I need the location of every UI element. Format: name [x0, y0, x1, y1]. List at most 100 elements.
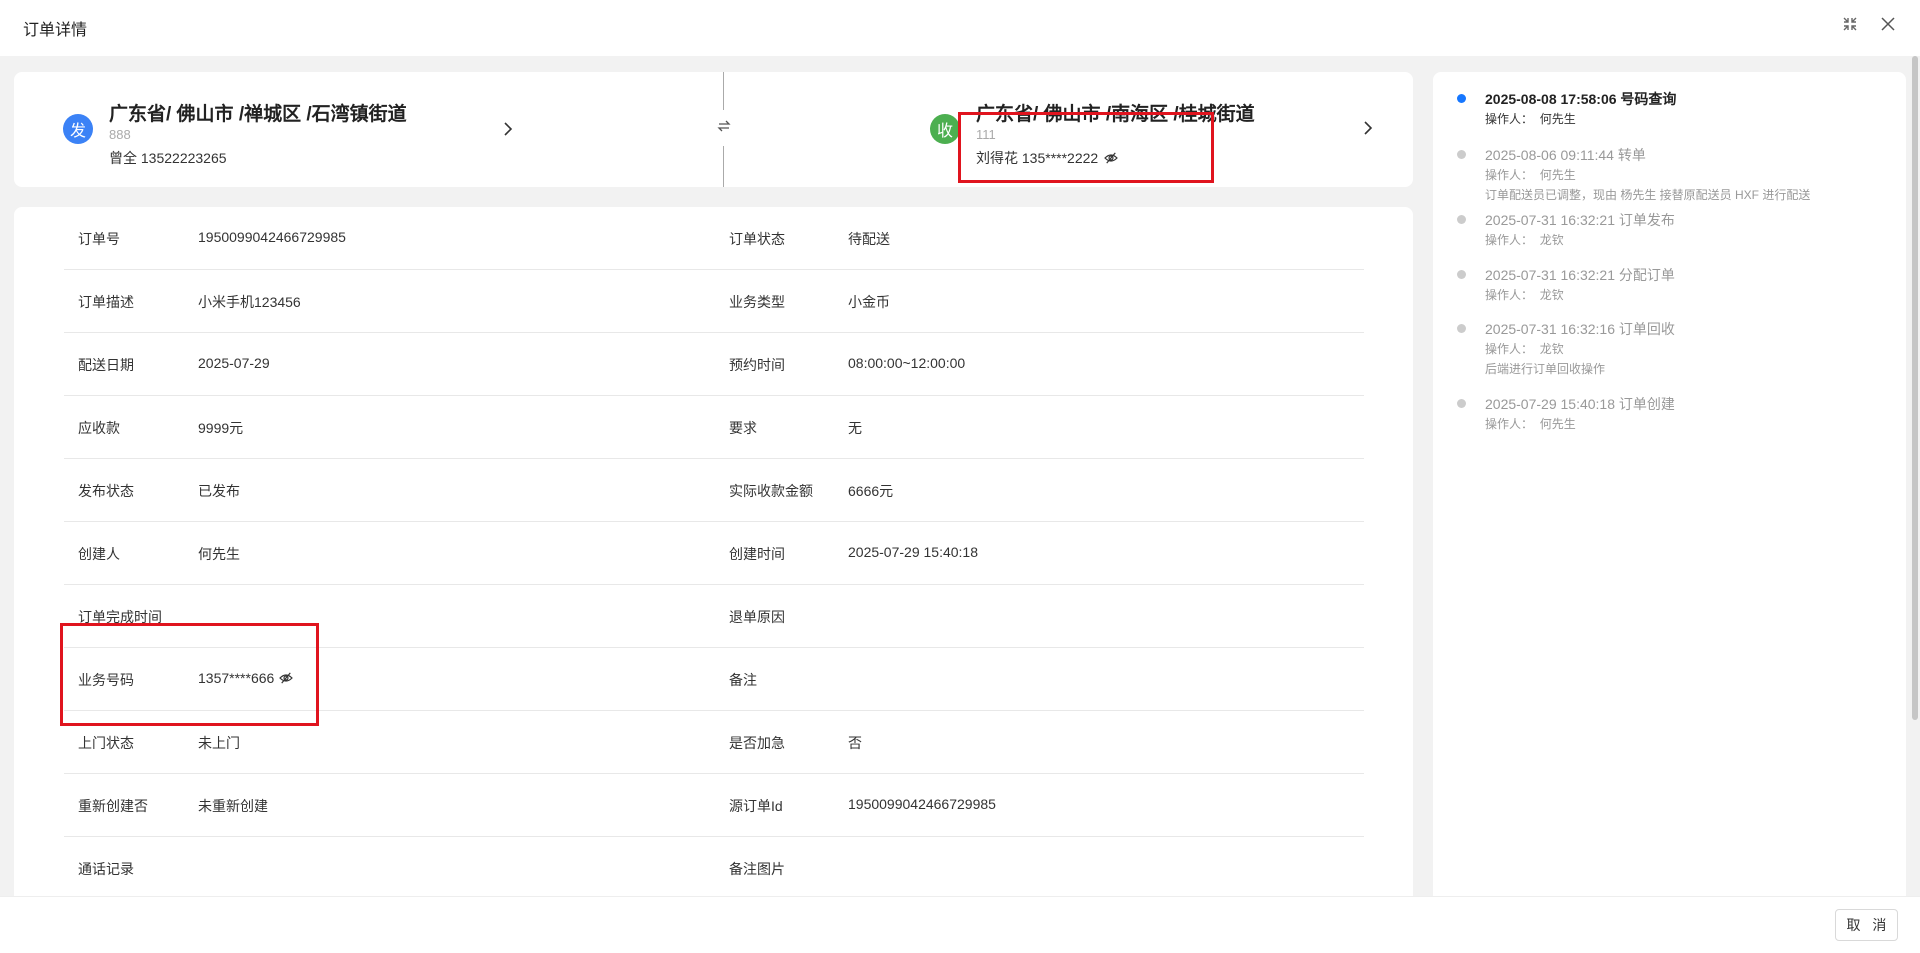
- detail-value: 9999元: [198, 418, 243, 438]
- receiver-badge: 收: [930, 114, 960, 144]
- detail-value-text: 08:00:00~12:00:00: [848, 355, 966, 371]
- modal-header: 订单详情: [0, 0, 1920, 56]
- detail-label: 订单状态: [729, 231, 785, 247]
- sender-badge: 发: [63, 114, 93, 144]
- detail-value-text: 2025-07-29 15:40:18: [848, 544, 978, 560]
- timeline-dot-icon: [1457, 215, 1466, 224]
- detail-value-text: 未上门: [198, 735, 240, 751]
- detail-value-text: 已发布: [198, 483, 240, 499]
- timeline-title: 2025-08-06 09:11:44 转单: [1485, 147, 1646, 163]
- timeline-operator-name: 龙钦: [1539, 288, 1564, 302]
- detail-label: 是否加急: [729, 735, 785, 751]
- receiver-detail: 111: [976, 127, 996, 142]
- address-card: 发 广东省/ 佛山市 /禅城区 /石湾镇街道 888 曾全 1352222326…: [14, 72, 1413, 187]
- timeline-title: 2025-07-31 16:32:16 订单回收: [1485, 321, 1675, 337]
- receiver-contact-text: 刘得花 135****2222: [976, 150, 1099, 166]
- eye-hidden-icon[interactable]: [279, 672, 294, 684]
- timeline-operator-name: 何先生: [1539, 168, 1576, 182]
- detail-label: 订单号: [78, 231, 120, 247]
- detail-value: 08:00:00~12:00:00: [848, 355, 965, 371]
- detail-row: 订单描述 小米手机123456 业务类型 小金币: [64, 270, 1364, 333]
- detail-row: 发布状态 已发布 实际收款金额 6666元: [64, 459, 1364, 522]
- collapse-icon[interactable]: [1840, 14, 1860, 34]
- detail-value: 2025-07-29: [198, 355, 270, 371]
- timeline-operator-label: 操作人：: [1485, 288, 1534, 302]
- detail-value-text: 1950099042466729985: [198, 229, 346, 245]
- detail-label: 通话记录: [78, 861, 134, 877]
- detail-label: 重新创建否: [78, 798, 148, 814]
- detail-label: 订单描述: [78, 294, 134, 310]
- detail-value: 小米手机123456: [198, 292, 301, 312]
- receiver-chevron-right-icon[interactable]: [1360, 120, 1376, 136]
- detail-label: 备注: [729, 672, 757, 688]
- scrollbar-thumb[interactable]: [1912, 56, 1918, 720]
- timeline-title: 2025-07-29 15:40:18 订单创建: [1485, 396, 1675, 412]
- detail-row: 应收款 9999元 要求 无: [64, 396, 1364, 459]
- receiver-section[interactable]: 收 广东省/ 佛山市 /南海区 /桂城街道 111 刘得花 135****222…: [734, 72, 1413, 187]
- detail-label: 实际收款金额: [729, 483, 813, 499]
- detail-value: 何先生: [198, 544, 240, 564]
- timeline-operator: 操作人： 龙钦: [1485, 286, 1564, 303]
- detail-value-text: 小米手机123456: [198, 294, 301, 310]
- detail-value-text: 小金币: [848, 294, 890, 310]
- detail-label: 创建人: [78, 546, 120, 562]
- detail-row: 订单完成时间 退单原因: [64, 585, 1364, 648]
- detail-row: 业务号码 1357****666 备注: [64, 648, 1364, 711]
- timeline-note: 订单配送员已调整，现由 杨先生 接替原配送员 HXF 进行配送: [1485, 188, 1811, 202]
- sender-contact-text: 曾全 13522223265: [109, 150, 227, 166]
- detail-value-text: 否: [848, 735, 862, 751]
- swap-icon[interactable]: [716, 116, 732, 136]
- detail-label: 创建时间: [729, 546, 785, 562]
- detail-row: 订单号 1950099042466729985 订单状态 待配送: [64, 207, 1364, 270]
- close-icon[interactable]: [1878, 14, 1898, 34]
- sender-chevron-right-icon[interactable]: [500, 121, 516, 137]
- detail-value: 2025-07-29 15:40:18: [848, 544, 978, 560]
- detail-label: 要求: [729, 420, 757, 436]
- detail-value-text: 2025-07-29: [198, 355, 270, 371]
- timeline-dot-icon: [1457, 324, 1466, 333]
- detail-value-text: 1950099042466729985: [848, 796, 996, 812]
- detail-row: 通话记录 备注图片: [64, 837, 1364, 896]
- timeline-note: 后端进行订单回收操作: [1485, 362, 1606, 376]
- timeline-operator: 操作人： 何先生: [1485, 110, 1576, 127]
- detail-label: 业务类型: [729, 294, 785, 310]
- detail-row: 重新创建否 未重新创建 源订单Id 1950099042466729985: [64, 774, 1364, 837]
- cancel-button[interactable]: 取 消: [1835, 909, 1898, 941]
- detail-label: 预约时间: [729, 357, 785, 373]
- detail-value: 已发布: [198, 481, 240, 501]
- detail-value: 小金币: [848, 292, 890, 312]
- detail-value: 1357****666: [198, 670, 294, 686]
- timeline-dot-icon: [1457, 399, 1466, 408]
- eye-hidden-icon[interactable]: [1104, 152, 1119, 164]
- timeline-title: 2025-07-31 16:32:21 订单发布: [1485, 212, 1675, 228]
- detail-value: 1950099042466729985: [848, 796, 996, 812]
- detail-label: 应收款: [78, 420, 120, 436]
- divider-bottom: [723, 146, 724, 187]
- receiver-address: 广东省/ 佛山市 /南海区 /桂城街道: [976, 104, 1255, 125]
- detail-label: 退单原因: [729, 609, 785, 625]
- detail-label: 上门状态: [78, 735, 134, 751]
- sender-address: 广东省/ 佛山市 /禅城区 /石湾镇街道: [109, 104, 407, 125]
- sender-detail: 888: [109, 127, 131, 142]
- sender-contact: 曾全 13522223265: [109, 148, 227, 168]
- timeline-title: 2025-08-08 17:58:06 号码查询: [1485, 91, 1677, 107]
- detail-label: 备注图片: [729, 861, 785, 877]
- detail-label: 业务号码: [78, 672, 134, 688]
- timeline-operator-label: 操作人：: [1485, 342, 1534, 356]
- timeline-operator: 操作人： 龙钦: [1485, 340, 1564, 357]
- timeline-operator-label: 操作人：: [1485, 168, 1534, 182]
- detail-value-text: 6666元: [848, 483, 894, 499]
- detail-value: 未上门: [198, 733, 240, 753]
- detail-value-text: 1357****666: [198, 670, 275, 686]
- detail-row: 创建人 何先生 创建时间 2025-07-29 15:40:18: [64, 522, 1364, 585]
- detail-value: 否: [848, 733, 862, 753]
- divider-top: [723, 72, 724, 110]
- sender-section[interactable]: 发 广东省/ 佛山市 /禅城区 /石湾镇街道 888 曾全 1352222326…: [14, 72, 714, 187]
- timeline-dot-icon: [1457, 150, 1466, 159]
- timeline-dot-icon: [1457, 94, 1466, 103]
- modal-body: 发 广东省/ 佛山市 /禅城区 /石湾镇街道 888 曾全 1352222326…: [0, 56, 1920, 896]
- timeline-operator-name: 何先生: [1539, 112, 1576, 126]
- detail-value-text: 何先生: [198, 546, 240, 562]
- detail-value: 待配送: [848, 229, 890, 249]
- timeline-operator-label: 操作人：: [1485, 233, 1534, 247]
